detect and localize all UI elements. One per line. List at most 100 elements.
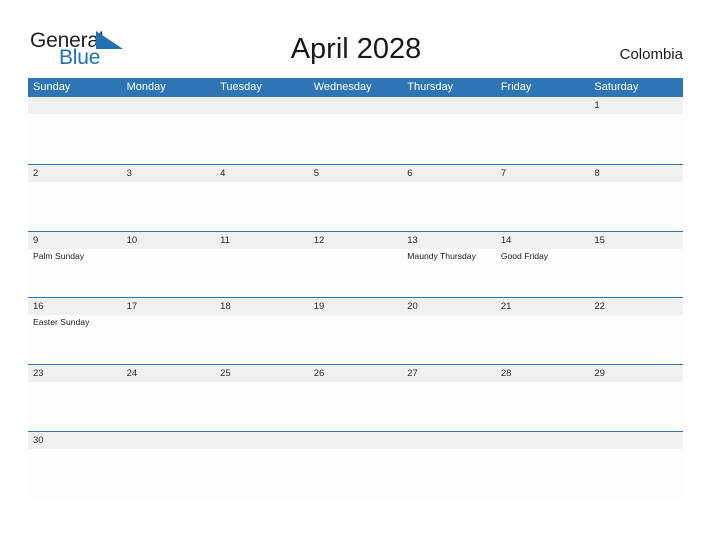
day-number[interactable]: 20 — [402, 298, 496, 315]
day-cell-events — [122, 249, 216, 298]
day-cell-events — [309, 382, 403, 431]
day-number[interactable]: 3 — [122, 165, 216, 182]
day-number-empty — [122, 97, 216, 114]
calendar-week-row: 16 17 18 19 20 21 22 Easter Sunday — [28, 297, 683, 365]
calendar-weeks: 1 2 3 4 5 6 7 8 9 10 11 12 13 14 15 Palm Sunday Maundy T… — [28, 97, 683, 498]
day-number[interactable]: 27 — [402, 365, 496, 382]
day-cell-events — [496, 315, 590, 364]
weekday-header-row: Sunday Monday Tuesday Wednesday Thursday… — [28, 78, 683, 97]
day-number[interactable]: 18 — [215, 298, 309, 315]
day-number[interactable]: 12 — [309, 232, 403, 249]
day-number-band: 23 24 25 26 27 28 29 — [28, 365, 683, 383]
day-number[interactable]: 6 — [402, 165, 496, 182]
holiday-event-label: Good Friday — [500, 250, 549, 261]
day-number[interactable]: 9 — [28, 232, 122, 249]
weekday-header-sunday: Sunday — [33, 81, 71, 93]
day-cell-events: Good Friday — [496, 249, 590, 298]
day-cell-events: Palm Sunday — [28, 249, 122, 298]
day-cell-events — [122, 449, 216, 498]
weekday-header-friday: Friday — [500, 81, 532, 93]
day-number[interactable]: 2 — [28, 165, 122, 182]
calendar-grid: Sunday Monday Tuesday Wednesday Thursday… — [28, 78, 683, 498]
day-number[interactable]: 23 — [28, 365, 122, 382]
day-number[interactable]: 16 — [28, 298, 122, 315]
day-cell-events — [496, 449, 590, 498]
calendar-week-row: 23 24 25 26 27 28 29 — [28, 364, 683, 432]
day-number[interactable]: 22 — [589, 298, 683, 315]
day-cell-events — [589, 449, 683, 498]
day-number[interactable]: 14 — [496, 232, 590, 249]
day-cell-events — [309, 449, 403, 498]
day-number-empty — [402, 97, 496, 114]
day-cell-events — [309, 114, 403, 163]
day-cell-events — [402, 382, 496, 431]
day-cell-events — [28, 382, 122, 431]
weekday-header-saturday: Saturday — [594, 81, 639, 93]
day-number[interactable]: 15 — [589, 232, 683, 249]
day-cell-events — [215, 249, 309, 298]
day-number[interactable]: 28 — [496, 365, 590, 382]
day-cell-events — [215, 449, 309, 498]
day-number[interactable]: 19 — [309, 298, 403, 315]
day-number[interactable]: 13 — [402, 232, 496, 249]
day-cell-events — [309, 182, 403, 231]
day-number[interactable]: 4 — [215, 165, 309, 182]
day-cell-events: Maundy Thursday — [402, 249, 496, 298]
day-cell-events — [309, 315, 403, 364]
day-cell-events — [589, 382, 683, 431]
day-number[interactable]: 25 — [215, 365, 309, 382]
day-cell-events — [122, 182, 216, 231]
holiday-event-label: Easter Sunday — [33, 317, 90, 328]
day-number-empty — [496, 432, 590, 449]
day-cell-events — [402, 182, 496, 231]
day-cell-events — [589, 114, 683, 163]
day-cell-events — [589, 315, 683, 364]
day-number-empty — [122, 432, 216, 449]
day-cell-events — [215, 315, 309, 364]
day-number[interactable]: 29 — [589, 365, 683, 382]
day-number[interactable]: 17 — [122, 298, 216, 315]
day-number-empty — [215, 432, 309, 449]
day-number-band: 16 17 18 19 20 21 22 — [28, 298, 683, 316]
day-number[interactable]: 30 — [28, 432, 122, 449]
day-number-empty — [28, 97, 122, 114]
day-cell-events — [589, 249, 683, 298]
day-cell-events — [402, 449, 496, 498]
day-cell-events — [122, 114, 216, 163]
day-number[interactable]: 10 — [122, 232, 216, 249]
day-cell-events — [215, 114, 309, 163]
day-number[interactable]: 21 — [496, 298, 590, 315]
page-header: General Blue April 2028 Colombia — [0, 0, 712, 78]
day-number[interactable]: 11 — [215, 232, 309, 249]
day-number-empty — [589, 432, 683, 449]
day-cell-events — [215, 182, 309, 231]
day-event-band: Easter Sunday — [28, 315, 683, 365]
day-number[interactable]: 7 — [496, 165, 590, 182]
day-number-band: 2345678 — [28, 164, 683, 182]
weekday-header-thursday: Thursday — [407, 81, 454, 93]
day-event-band: Palm Sunday Maundy Thursday Good Friday — [28, 248, 683, 298]
day-number[interactable]: 1 — [589, 97, 683, 114]
day-number[interactable]: 26 — [309, 365, 403, 382]
day-cell-events — [28, 114, 122, 163]
day-number-empty — [402, 432, 496, 449]
day-cell-events: Easter Sunday — [28, 315, 122, 364]
holiday-event-label: Palm Sunday — [33, 250, 85, 261]
day-cell-events — [28, 182, 122, 231]
day-number[interactable]: 8 — [589, 165, 683, 182]
day-event-band — [28, 448, 683, 498]
weekday-header-monday: Monday — [126, 81, 166, 93]
day-number-empty — [309, 432, 403, 449]
day-cell-events — [122, 382, 216, 431]
calendar-week-row: 1 — [28, 97, 683, 164]
weekday-header-wednesday: Wednesday — [313, 81, 372, 93]
calendar-page: General Blue April 2028 Colombia Sunday … — [0, 0, 712, 550]
day-cell-events — [215, 382, 309, 431]
day-number[interactable]: 24 — [122, 365, 216, 382]
day-number[interactable]: 5 — [309, 165, 403, 182]
day-event-band — [28, 114, 683, 163]
day-cell-events — [496, 114, 590, 163]
day-cell-events — [496, 382, 590, 431]
day-number-empty — [215, 97, 309, 114]
day-number-empty — [496, 97, 590, 114]
